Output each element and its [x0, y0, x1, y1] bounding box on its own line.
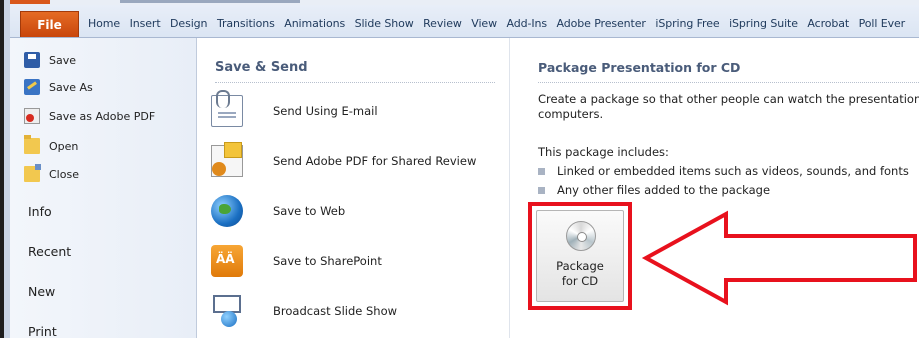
bullet-icon	[538, 186, 545, 194]
option-save-to-web[interactable]: Save to Web	[211, 190, 501, 232]
nav-open-label: Open	[49, 139, 79, 153]
save-icon	[24, 52, 40, 68]
pointer-arrow-icon	[641, 210, 917, 306]
save-send-panel: Save & Send Send Using E-mail Send Adobe…	[197, 38, 510, 338]
nav-save-as-adobe-pdf[interactable]: Save as Adobe PDF	[24, 106, 155, 126]
tab-transitions[interactable]: Transitions	[217, 17, 275, 30]
tab-ispring-free[interactable]: iSpring Free	[655, 17, 719, 30]
tab-view[interactable]: View	[471, 17, 497, 30]
tab-file[interactable]: File	[20, 11, 79, 37]
tab-animations[interactable]: Animations	[284, 17, 345, 30]
adobe-pdf-icon	[24, 108, 40, 124]
tab-acrobat[interactable]: Acrobat	[807, 17, 849, 30]
package-description-line-2: computers.	[538, 107, 604, 121]
nav-print[interactable]: Print	[28, 324, 57, 339]
tab-home[interactable]: Home	[88, 17, 120, 30]
tab-adobe-presenter[interactable]: Adobe Presenter	[557, 17, 646, 30]
nav-save-label: Save	[49, 53, 77, 67]
option-save-to-web-label: Save to Web	[273, 204, 346, 218]
nav-info[interactable]: Info	[28, 204, 52, 219]
option-save-to-sharepoint[interactable]: Save to SharePoint	[211, 240, 501, 282]
title-bar-accent	[10, 0, 50, 4]
nav-new[interactable]: New	[28, 284, 55, 299]
close-folder-icon	[24, 164, 41, 182]
tab-add-ins[interactable]: Add-Ins	[506, 17, 547, 30]
open-folder-icon	[24, 135, 40, 154]
package-include-item: Any other files added to the package	[538, 183, 770, 197]
option-broadcast-slide-show[interactable]: Broadcast Slide Show	[211, 290, 501, 332]
package-divider	[538, 82, 919, 83]
nav-save-as[interactable]: Save As	[24, 77, 93, 97]
bullet-icon	[538, 167, 545, 175]
package-includes-label: This package includes:	[538, 145, 669, 159]
sharepoint-icon	[211, 245, 243, 277]
option-send-email-label: Send Using E-mail	[273, 104, 378, 118]
broadcast-icon	[211, 295, 243, 327]
package-include-item: Linked or embedded items such as videos,…	[538, 164, 909, 178]
ribbon-tab-row: File Home Insert Design Transitions Anim…	[10, 5, 919, 38]
save-send-divider	[215, 82, 495, 83]
package-for-cd-label: Package for CD	[537, 259, 623, 289]
ribbon-tabs: Home Insert Design Transitions Animation…	[88, 17, 911, 30]
pdf-review-icon	[211, 142, 243, 177]
option-send-email[interactable]: Send Using E-mail	[211, 90, 501, 132]
nav-open[interactable]: Open	[24, 135, 79, 156]
package-for-cd-label-line-2: for CD	[561, 274, 599, 288]
tab-review[interactable]: Review	[423, 17, 462, 30]
option-save-to-sharepoint-label: Save to SharePoint	[273, 254, 382, 268]
package-for-cd-button[interactable]: Package for CD	[536, 210, 624, 302]
nav-save-as-label: Save As	[49, 80, 93, 94]
nav-save-as-adobe-pdf-label: Save as Adobe PDF	[49, 109, 156, 123]
option-send-pdf-review[interactable]: Send Adobe PDF for Shared Review	[211, 140, 501, 182]
option-broadcast-slide-show-label: Broadcast Slide Show	[273, 304, 398, 318]
tab-insert[interactable]: Insert	[130, 17, 161, 30]
save-as-icon	[24, 79, 40, 95]
nav-close-label: Close	[49, 167, 79, 181]
title-bar-accent-2	[120, 0, 300, 3]
package-include-item-text: Linked or embedded items such as videos,…	[557, 164, 909, 178]
tab-design[interactable]: Design	[170, 17, 207, 30]
email-icon	[211, 90, 243, 127]
tab-slide-show[interactable]: Slide Show	[355, 17, 414, 30]
cd-icon	[566, 221, 596, 251]
package-include-item-text: Any other files added to the package	[557, 183, 771, 197]
tab-poll-everywhere[interactable]: Poll Ever	[859, 17, 906, 30]
globe-icon	[211, 195, 243, 227]
save-send-title: Save & Send	[215, 60, 308, 75]
backstage-nav: Save Save As Save as Adobe PDF Open Clos…	[10, 38, 197, 339]
option-send-pdf-review-label: Send Adobe PDF for Shared Review	[273, 154, 477, 168]
package-title: Package Presentation for CD	[538, 60, 741, 75]
package-description: Create a package so that other people ca…	[538, 92, 919, 106]
nav-recent[interactable]: Recent	[28, 244, 71, 259]
tab-ispring-suite[interactable]: iSpring Suite	[729, 17, 798, 30]
nav-save[interactable]: Save	[24, 50, 76, 70]
nav-close[interactable]: Close	[24, 164, 79, 184]
package-for-cd-label-line-1: Package	[556, 259, 604, 273]
